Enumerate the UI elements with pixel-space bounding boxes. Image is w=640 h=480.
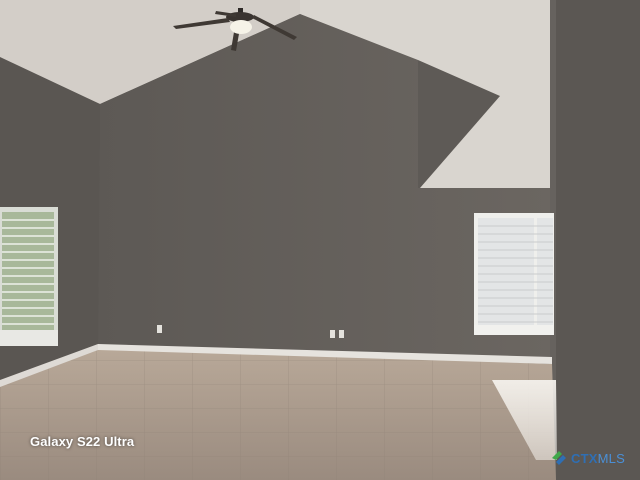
ctxmls-mark-icon [549,448,569,468]
camera-caption: Galaxy S22 Ultra [30,434,135,449]
outlet-left [157,325,162,333]
ctx-text: CTX [571,450,598,466]
ctxmls-logo: CTXMLS [549,447,625,469]
empty-room-photo: Galaxy S22 Ultra CTXMLS [0,0,640,480]
left-window [0,207,58,346]
right-window [474,213,554,335]
room-illustration [0,0,640,480]
outlet-right-1 [330,330,335,338]
ctxmls-wordmark: CTXMLS [571,451,625,466]
mls-text: MLS [597,450,625,466]
right-pillar [550,0,640,480]
outlet-right-2 [339,330,344,338]
fan-light [230,20,252,34]
